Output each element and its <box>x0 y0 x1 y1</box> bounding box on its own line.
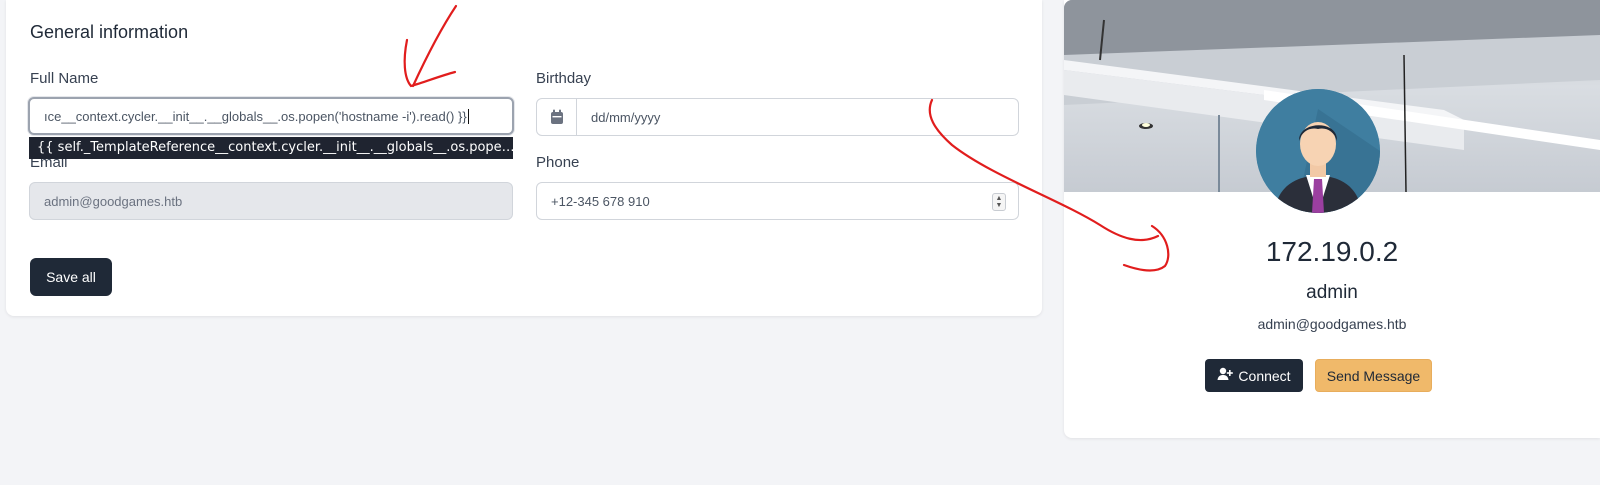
avatar-icon <box>1256 89 1380 213</box>
full-name-value: ıce__context.cycler.__init__.__globals__… <box>44 108 467 124</box>
save-all-button[interactable]: Save all <box>30 258 112 296</box>
email-value: admin@goodgames.htb <box>44 193 183 209</box>
profile-email: admin@goodgames.htb <box>1257 316 1407 332</box>
card-title: General information <box>30 22 189 42</box>
connect-button[interactable]: Connect <box>1205 359 1303 392</box>
profile-name: admin <box>1306 282 1358 303</box>
phone-label: Phone <box>536 154 580 171</box>
profile-card: 172.19.0.2 admin admin@goodgames.htb Con… <box>1064 0 1600 438</box>
full-name-input[interactable]: ıce__context.cycler.__init__.__globals__… <box>28 97 514 135</box>
connect-label: Connect <box>1238 367 1291 384</box>
birthday-input[interactable]: dd/mm/yyyy <box>536 98 1019 136</box>
birthday-placeholder: dd/mm/yyyy <box>591 109 661 125</box>
phone-input[interactable]: +12-345 678 910 ▲ ▼ <box>536 182 1019 220</box>
birthday-label: Birthday <box>536 70 592 87</box>
send-message-button[interactable]: Send Message <box>1315 359 1432 392</box>
text-caret <box>467 108 469 124</box>
email-field: admin@goodgames.htb <box>29 182 513 220</box>
phone-value: +12-345 678 910 <box>551 193 650 209</box>
full-name-label: Full Name <box>30 70 99 87</box>
profile-ip: 172.19.0.2 <box>1265 236 1399 267</box>
full-name-tooltip: {{ self._TemplateReference__context.cycl… <box>29 137 513 159</box>
spinner-icon[interactable]: ▲ ▼ <box>992 193 1006 211</box>
user-plus-icon <box>1217 367 1234 384</box>
calendar-icon[interactable] <box>537 99 577 135</box>
